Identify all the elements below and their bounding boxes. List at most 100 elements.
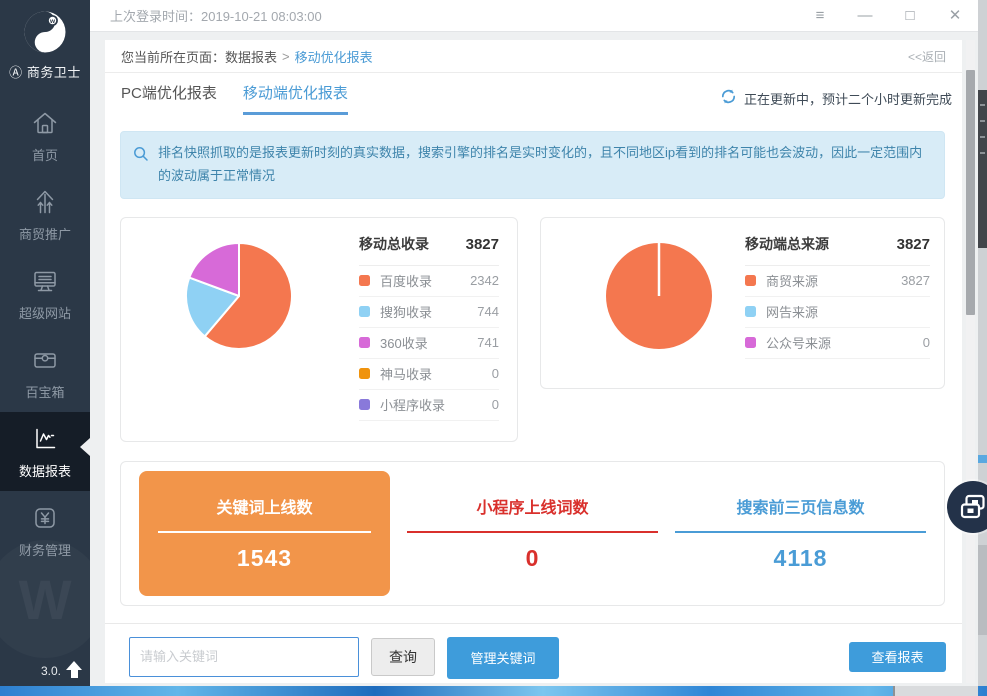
- website-icon: [30, 266, 60, 296]
- keyword-input[interactable]: [129, 637, 359, 677]
- sidebar-item-label: 财务管理: [19, 540, 71, 559]
- toolbox-icon: [30, 345, 60, 375]
- promotion-icon: [30, 187, 60, 217]
- app-window: w Ⓐ 商务卫士 首页商贸推广超级网站百宝箱数据报表财务管理 W 3.0. 上次…: [0, 0, 978, 686]
- last-login-text: 上次登录时间：2019-10-21 08:03:00: [110, 6, 322, 25]
- breadcrumb: 您当前所在页面：数据报表 > 移动优化报表 <<返回: [105, 40, 962, 73]
- legend-item: 网告来源: [745, 297, 930, 328]
- stat-label: 关键词上线数: [216, 494, 312, 518]
- qr-code-icon: [958, 492, 987, 522]
- tab-mobile-report[interactable]: 移动端优化报表: [243, 82, 348, 115]
- legend-item: 神马收录0: [359, 359, 499, 390]
- stat-top3-info: 搜索前三页信息数 4118: [675, 471, 926, 596]
- manage-keywords-button[interactable]: 管理关键词: [447, 637, 559, 679]
- legend-label: 小程序收录: [380, 395, 445, 414]
- legend-label: 百度收录: [380, 271, 432, 290]
- legend-item: 小程序收录0: [359, 390, 499, 421]
- background-window-edge: [893, 686, 978, 696]
- search-icon: [133, 146, 149, 162]
- home-icon: [30, 108, 60, 138]
- finance-icon: [30, 503, 60, 533]
- version-upgrade[interactable]: 3.0.: [41, 661, 82, 678]
- sidebar-nav: 首页商贸推广超级网站百宝箱数据报表财务管理: [0, 96, 90, 570]
- stat-divider: [407, 531, 658, 533]
- pie-chart: [603, 240, 715, 352]
- legend-item: 搜狗收录 744: [359, 297, 499, 328]
- legend-color-swatch: [745, 306, 756, 317]
- sidebar-item-label: 商贸推广: [19, 224, 71, 243]
- bottom-action-bar: 查询 管理关键词 查看报表: [105, 623, 962, 679]
- stat-label: 小程序上线词数: [476, 494, 588, 518]
- sidebar-item-home[interactable]: 首页: [0, 96, 90, 175]
- legend-color-swatch: [359, 275, 370, 286]
- stat-keywords-online: 关键词上线数 1543: [139, 471, 390, 596]
- scrollbar-thumb[interactable]: [966, 70, 975, 315]
- sidebar-item-label: 首页: [32, 145, 58, 164]
- legend-label: 搜狗收录: [380, 302, 432, 321]
- sidebar-item-toolbox[interactable]: 百宝箱: [0, 333, 90, 412]
- brand-name: Ⓐ 商务卫士: [0, 62, 90, 81]
- background-gray-block: [978, 545, 987, 635]
- card-mobile-sources: 移动端总来源3827商贸来源3827网告来源公众号来源0: [540, 217, 945, 389]
- scrollbar-track[interactable]: [966, 40, 975, 683]
- legend-header: 移动端总来源3827: [745, 218, 930, 266]
- notice-text: 排名快照抓取的是报表更新时刻的真实数据，搜索引擎的排名是实时变化的，且不同地区i…: [158, 142, 930, 188]
- sidebar-item-label: 超级网站: [19, 303, 71, 322]
- stat-value: 4118: [774, 545, 828, 572]
- breadcrumb-current-link[interactable]: 移动优化报表: [295, 47, 373, 66]
- stat-highlight-box: 关键词上线数 1543: [139, 471, 390, 596]
- reports-icon: [30, 424, 60, 454]
- app-logo-icon: w: [22, 42, 68, 59]
- brand-badge-icon: Ⓐ: [9, 65, 23, 80]
- legend-value: 741: [477, 335, 499, 350]
- screen: w Ⓐ 商务卫士 首页商贸推广超级网站百宝箱数据报表财务管理 W 3.0. 上次…: [0, 0, 987, 696]
- close-button[interactable]: ✕: [946, 7, 964, 25]
- legend-value: 744: [477, 304, 499, 319]
- legend-item: 公众号来源0: [745, 328, 930, 359]
- desktop-wallpaper: [0, 686, 987, 696]
- update-status: 正在更新中，预计二个小时更新完成: [720, 88, 952, 108]
- chart-cards-row: 移动总收录3827百度收录2342搜狗收录744360收录741神马收录0小程序…: [120, 217, 945, 442]
- legend-color-swatch: [745, 337, 756, 348]
- stat-value: 0: [526, 545, 540, 572]
- legend-label: 公众号来源: [766, 333, 831, 352]
- legend-item: 商贸来源3827: [745, 266, 930, 297]
- sidebar-item-reports[interactable]: 数据报表: [0, 412, 90, 491]
- sidebar-item-website[interactable]: 超级网站: [0, 254, 90, 333]
- legend-label: 神马收录: [380, 364, 432, 383]
- stat-label: 搜索前三页信息数: [736, 494, 864, 518]
- background-dark-panel: [978, 90, 987, 248]
- chart-total: 3827: [897, 236, 930, 253]
- stat-value: 1543: [237, 545, 292, 572]
- legend-color-swatch: [359, 399, 370, 410]
- breadcrumb-separator: >: [282, 49, 290, 64]
- upgrade-arrow-icon: [66, 661, 82, 678]
- titlebar: 上次登录时间：2019-10-21 08:03:00 ≡ — □ ✕: [90, 0, 978, 32]
- notice-banner: 排名快照抓取的是报表更新时刻的真实数据，搜索引擎的排名是实时变化的，且不同地区i…: [120, 131, 945, 199]
- main-area: 上次登录时间：2019-10-21 08:03:00 ≡ — □ ✕ 您当前所在页面：…: [90, 0, 978, 686]
- refresh-icon: [720, 88, 737, 108]
- sidebar-item-finance[interactable]: 财务管理: [0, 491, 90, 570]
- legend-label: 商贸来源: [766, 271, 818, 290]
- legend-value: 2342: [470, 273, 499, 288]
- update-status-text: 正在更新中，预计二个小时更新完成: [744, 89, 952, 108]
- sidebar-item-promotion[interactable]: 商贸推广: [0, 175, 90, 254]
- background-blue-sliver: [978, 455, 987, 463]
- legend-label: 360收录: [380, 333, 428, 352]
- legend-item: 360收录 741: [359, 328, 499, 359]
- minimize-button[interactable]: —: [856, 7, 874, 25]
- stat-divider: [158, 531, 371, 533]
- legend-color-swatch: [359, 306, 370, 317]
- menu-button[interactable]: ≡: [811, 7, 829, 25]
- maximize-button[interactable]: □: [901, 7, 919, 25]
- sidebar-item-label: 百宝箱: [25, 382, 64, 401]
- query-button[interactable]: 查询: [371, 638, 435, 676]
- legend-color-swatch: [745, 275, 756, 286]
- stats-card: 关键词上线数 1543 小程序上线词数 0 搜索前三页信息数 4118: [120, 461, 945, 606]
- legend-item: 百度收录 2342: [359, 266, 499, 297]
- sidebar-item-label: 数据报表: [19, 461, 71, 480]
- chart-legend: 移动总收录3827百度收录2342搜狗收录744360收录741神马收录0小程序…: [359, 218, 499, 441]
- back-link[interactable]: <<返回: [908, 48, 946, 65]
- tab-pc-report[interactable]: PC端优化报表: [121, 82, 217, 115]
- view-report-button[interactable]: 查看报表: [849, 642, 946, 672]
